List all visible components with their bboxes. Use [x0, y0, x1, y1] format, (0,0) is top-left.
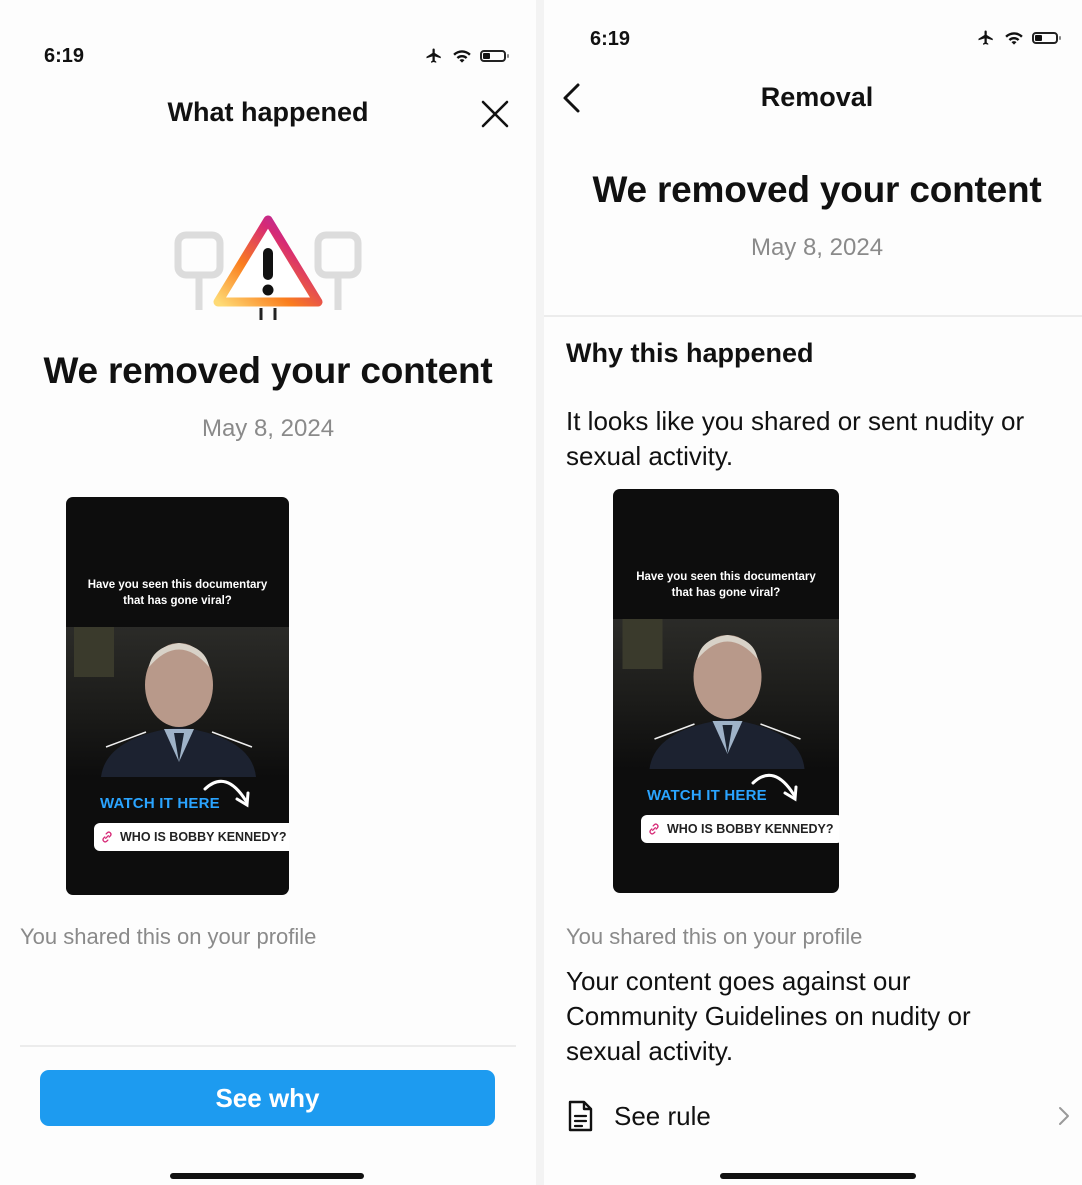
wifi-icon [453, 50, 471, 63]
divider [544, 315, 1082, 317]
link-label: WHO IS BOBBY KENNEDY? [667, 822, 834, 836]
chevron-right-icon [1059, 1107, 1069, 1125]
shared-note: You shared this on your profile [20, 924, 317, 949]
close-icon[interactable] [480, 99, 510, 129]
see-why-button[interactable]: See why [40, 1070, 495, 1126]
divider [20, 1045, 516, 1047]
link-label: WHO IS BOBBY KENNEDY? [120, 830, 287, 844]
arrow-icon [203, 779, 250, 808]
video-still [66, 627, 289, 777]
arrow-icon [751, 773, 798, 802]
removed-content-thumbnail[interactable]: Have you seen this documentary that has … [613, 489, 839, 893]
what-happened-screen: 6:19 What happened We removed your conte… [0, 0, 536, 1185]
headline: We removed your content [592, 169, 1042, 210]
section-title: Why this happened [566, 338, 814, 368]
see-rule-row[interactable]: See rule [566, 1094, 1071, 1138]
status-icons [976, 29, 1061, 47]
airplane-icon [426, 48, 441, 63]
link-icon [102, 831, 112, 843]
removed-content-thumbnail[interactable]: Have you seen this documentary that has … [66, 497, 289, 895]
shared-note: You shared this on your profile [566, 924, 863, 949]
headline: We removed your content [43, 350, 493, 391]
thumbnail-question: Have you seen this documentary that has … [636, 571, 816, 599]
video-still [613, 619, 839, 769]
home-indicator [170, 1173, 364, 1179]
airplane-icon [978, 30, 993, 45]
status-time: 6:19 [590, 28, 631, 50]
battery-icon [1032, 32, 1061, 44]
link-sticker[interactable]: WHO IS BOBBY KENNEDY? [641, 815, 839, 843]
link-icon [649, 823, 659, 835]
see-rule-label: See rule [614, 1100, 711, 1131]
removal-date: May 8, 2024 [750, 234, 884, 261]
warning-triangle-icon [174, 215, 362, 320]
status-time: 6:19 [44, 45, 85, 67]
removal-screen: 6:19 Removal We removed your content May… [544, 0, 1082, 1185]
page-title: What happened [167, 97, 369, 127]
person-figure [622, 619, 805, 769]
status-icons [424, 47, 509, 65]
page-title: Removal [760, 82, 874, 112]
link-sticker[interactable]: WHO IS BOBBY KENNEDY? [94, 823, 289, 851]
battery-icon [480, 50, 509, 62]
wifi-icon [1005, 32, 1023, 45]
person-figure [74, 627, 256, 777]
guidelines-text: Your content goes against our Community … [566, 966, 971, 1066]
removal-date: May 8, 2024 [201, 415, 335, 442]
document-icon [568, 1100, 593, 1132]
home-indicator [720, 1173, 916, 1179]
thumbnail-question: Have you seen this documentary that has … [87, 579, 268, 607]
reason-text: It looks like you shared or sent nudity … [566, 406, 1025, 471]
